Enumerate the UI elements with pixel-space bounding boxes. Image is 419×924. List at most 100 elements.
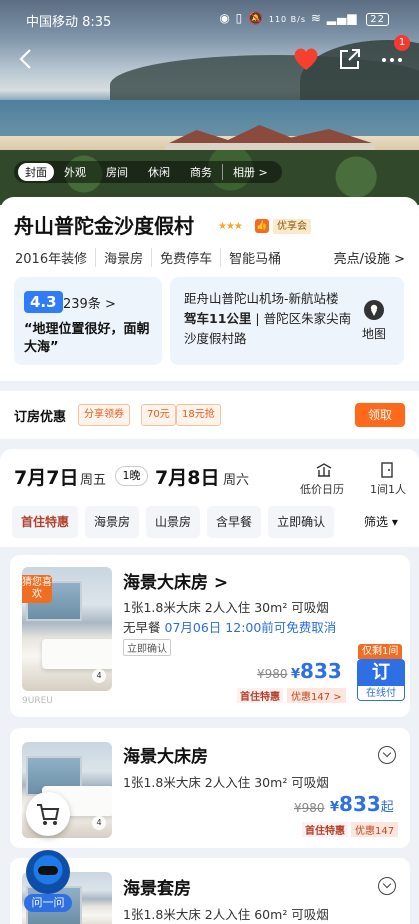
room-meal-cancel: 无早餐 07月06日 12:00前可免费取消 [123,617,336,636]
current-price: ¥833 [291,659,342,683]
room-specs: 1张1.8米大床 2人入住 60m² 可吸烟 [123,907,329,922]
price-currency: ¥ [330,800,340,815]
door-icon[interactable] [380,462,394,478]
feature-item: 海景房 [104,248,153,267]
coupon-18[interactable]: 18元抢 [176,404,221,426]
photo-count: 4 [92,669,106,683]
review-score: 4.3 [24,291,63,313]
filter-chips: 首住特惠 海景房 山景房 含早餐 立即确认 [12,506,341,538]
checkout-date[interactable]: 7月8日 [155,463,219,490]
status-bar: 中国移动 8:35 ◉ ▯ 🔕 110 B/s ≋ ▂▄▆ 22 [0,0,419,38]
thumb-up-icon: 👍 [255,219,269,233]
rooms-guests[interactable]: 1间1人 [370,481,406,497]
checkin-weekday: 周五 [80,473,107,488]
hero-sea [0,100,419,140]
filter-button[interactable]: 筛选 ▾ [350,506,419,538]
checkin-date[interactable]: 7月7日 [14,463,78,490]
ask-assistant-button[interactable]: 问一问 [24,850,72,912]
room-title[interactable]: 海景大床房 > [123,568,228,593]
room-bed [42,639,112,669]
price-currency: ¥ [291,667,301,682]
drive-distance: 驾车11公里 [184,311,252,326]
highlights-facilities-link[interactable]: 亮点/设施 > [334,248,405,267]
signal-icon: ▂▄▆ [326,11,358,25]
promo-title: 订房优惠 [14,410,67,425]
share-icon [340,49,360,69]
current-price: ¥833起 [330,792,394,816]
watermark: 9UREU [22,696,53,706]
original-price: ¥980 [294,801,325,815]
discount-tag: 优惠147 [351,822,399,837]
book-button[interactable]: 订 在线付 [357,659,405,701]
map-pin-icon[interactable] [363,299,385,321]
free-cancel-info: 07月06日 12:00前可免费取消 [164,620,337,635]
nights-count: 1晚 [115,466,148,486]
coupon-share[interactable]: 分享领券 [78,404,130,426]
coupon-70[interactable]: 70元 [141,404,176,426]
review-quote: “地理位置很好，面朝大海” [24,322,150,355]
photo-tab-leisure[interactable]: 休闲 [138,164,180,180]
feature-item: 智能马桶 [229,252,282,267]
map-link[interactable]: 地图 [362,325,386,342]
hotel-name: 舟山普陀金沙度假村 [14,214,194,238]
instant-confirm-tag: 立即确认 [123,639,171,656]
heart-icon [294,48,318,70]
first-stay-tag: 首住特惠 [237,688,283,703]
star-rating: ★★★ [218,221,243,232]
cart-button[interactable] [26,792,70,836]
chip-mountain-view[interactable]: 山景房 [146,506,201,538]
expand-chevron-icon[interactable] [378,746,396,764]
low-price-calendar[interactable]: 低价日历 [300,481,344,497]
pay-online-label: 在线付 [358,686,404,700]
photo-count: 4 [92,816,106,830]
room-specs: 1张1.8米大床 2人入住 30m² 可吸烟 [123,775,329,790]
room-card[interactable]: 4 猜您喜欢 9UREU 海景大床房 > 1张1.8米大床 2人入住 30m² … [10,555,410,717]
assistant-robot-icon [26,850,70,894]
photo-album-link[interactable]: 相册 > [222,164,278,180]
chevron-left-icon [19,49,31,69]
separator: | [251,311,264,326]
cart-icon [37,804,60,825]
chip-sea-view[interactable]: 海景房 [85,506,140,538]
price-suffix: 起 [380,800,394,815]
claim-button[interactable]: 领取 [355,403,405,427]
wifi-icon: ≋ [310,11,322,25]
expand-chevron-icon[interactable] [378,877,396,895]
photo-tab-exterior[interactable]: 外观 [54,164,96,180]
chip-breakfast[interactable]: 含早餐 [207,506,262,538]
favorite-button[interactable] [292,46,320,72]
assistant-label: 问一问 [24,894,72,912]
distance-landmark: 距舟山普陀山机场-新航站楼 [184,291,339,306]
first-stay-tag: 首住特惠 [302,822,348,837]
discount-tag[interactable]: 优惠147 > [287,688,346,703]
room-title[interactable]: 海景大床房 [123,742,208,767]
room-specs: 1张1.8米大床 2人入住 30m² 可吸烟 [123,600,329,615]
price-value: 833 [339,792,381,816]
recommend-tag: 猜您喜欢 [22,575,52,603]
review-summary[interactable]: 4.3 239条 > “地理位置很好，面朝大海” [14,277,162,365]
feature-item: 免费停车 [160,248,222,267]
room-title[interactable]: 海景套房 [123,874,191,899]
net-speed: 110 B/s [268,15,307,24]
book-label: 订 [372,662,390,683]
calendar-icon[interactable] [316,462,332,478]
back-button[interactable] [14,46,40,72]
feature-item: 2016年装修 [15,248,97,267]
photo-tab-business[interactable]: 商务 [180,164,222,180]
premium-member-badge[interactable]: 优享会 [273,219,311,234]
share-button[interactable] [337,46,363,72]
photo-tab-room[interactable]: 房间 [96,164,138,180]
eye-icon: ◉ [219,11,231,25]
rooms-left-tag: 仅剩1间 [358,644,403,659]
photo-tab-cover[interactable]: 封面 [18,163,54,181]
location-summary[interactable]: 距舟山普陀山机场-新航站楼 驾车11公里 | 普陀区朱家尖南沙度假村路 地图 [170,277,404,365]
original-price: ¥980 [257,667,288,681]
chip-first-stay[interactable]: 首住特惠 [12,506,79,538]
chip-instant-confirm[interactable]: 立即确认 [268,506,335,538]
meal-info: 无早餐 [123,620,161,635]
checkout-weekday: 周六 [223,473,250,488]
status-icons: ◉ ▯ 🔕 110 B/s ≋ ▂▄▆ 22 [219,11,389,26]
room-card[interactable]: 4 海景大床房 1张1.8米大床 2人入住 30m² 可吸烟 ¥980 ¥833… [10,728,410,848]
notification-badge: 1 [394,35,410,51]
vibrate-icon: ▯ [235,11,244,25]
